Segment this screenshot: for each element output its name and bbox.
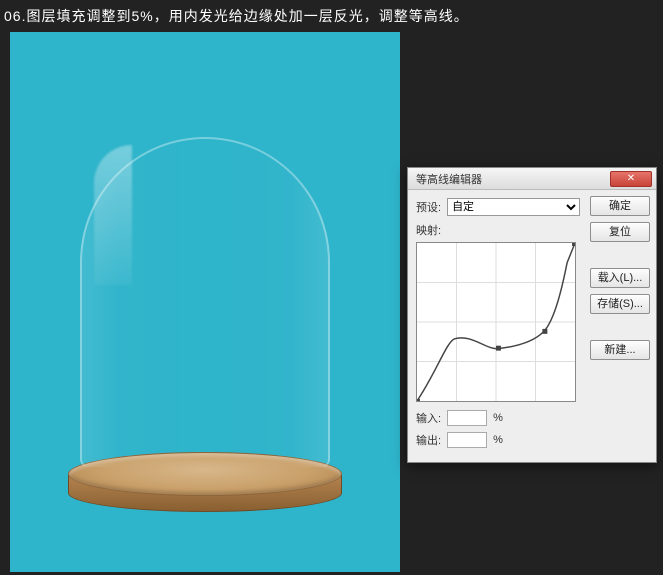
curve-anchor[interactable]: [572, 243, 575, 246]
close-button[interactable]: ✕: [610, 171, 652, 187]
curve-graph: [417, 243, 575, 401]
close-icon: ✕: [627, 174, 635, 184]
dialog-titlebar[interactable]: 等高线编辑器 ✕: [408, 168, 656, 190]
glass-dome: [80, 137, 330, 467]
curve-anchor[interactable]: [496, 346, 501, 351]
ok-button[interactable]: 确定: [590, 196, 650, 216]
input-percent: %: [493, 412, 503, 424]
new-button[interactable]: 新建...: [590, 340, 650, 360]
preset-label: 预设:: [416, 199, 441, 215]
preset-select[interactable]: 自定: [447, 198, 580, 216]
mapping-label: 映射:: [416, 222, 586, 238]
curve-anchor[interactable]: [542, 329, 547, 334]
canvas-preview: [10, 32, 400, 572]
input-field[interactable]: [447, 410, 487, 426]
contour-editor-dialog: 等高线编辑器 ✕ 预设: 自定 映射:: [407, 167, 657, 463]
reset-button[interactable]: 复位: [590, 222, 650, 242]
dialog-button-column: 确定 复位 载入(L)... 存储(S)... 新建...: [590, 196, 650, 360]
curve-anchor[interactable]: [417, 399, 420, 401]
contour-curve-editor[interactable]: [416, 242, 576, 402]
input-label: 输入:: [416, 410, 441, 426]
save-button[interactable]: 存储(S)...: [590, 294, 650, 314]
dialog-title: 等高线编辑器: [416, 171, 482, 187]
output-field[interactable]: [447, 432, 487, 448]
output-percent: %: [493, 434, 503, 446]
load-button[interactable]: 载入(L)...: [590, 268, 650, 288]
output-label: 输出:: [416, 432, 441, 448]
step-instruction: 06.图层填充调整到5%，用内发光给边缘处加一层反光，调整等高线。: [0, 0, 663, 36]
